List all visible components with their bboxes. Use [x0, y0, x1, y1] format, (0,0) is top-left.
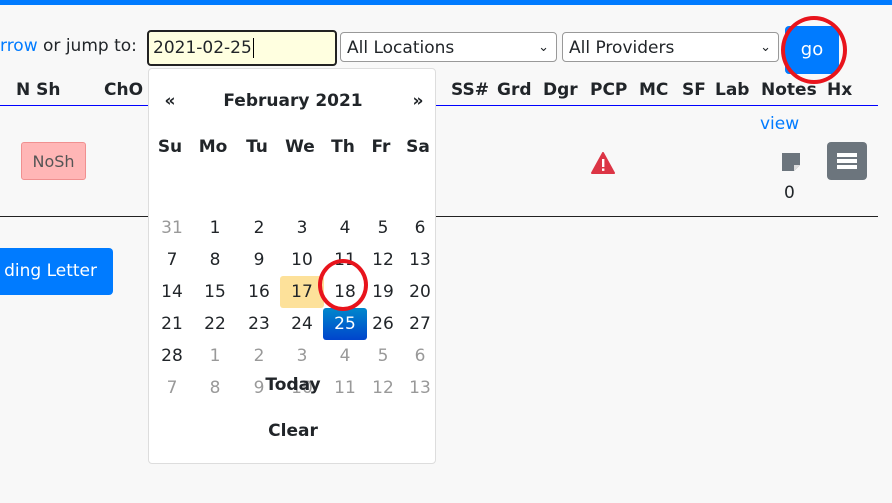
calendar-day[interactable]: 1	[193, 340, 237, 372]
calendar-day[interactable]: 8	[193, 244, 237, 276]
column-header[interactable]: Lab	[715, 80, 749, 100]
header-divider	[0, 105, 878, 106]
column-header[interactable]: SS#	[451, 80, 489, 100]
calendar-day[interactable]: 6	[398, 340, 442, 372]
calendar-day[interactable]: 24	[280, 308, 324, 340]
letter-button[interactable]: ding Letter	[0, 248, 113, 295]
calendar-day[interactable]: 14	[150, 276, 194, 308]
calendar-day[interactable]: 6	[398, 212, 442, 244]
view-notes-link[interactable]: view	[760, 114, 799, 134]
calendar-day[interactable]: 13	[398, 244, 442, 276]
calendar-day[interactable]: 3	[280, 340, 324, 372]
column-header[interactable]: PCP	[590, 80, 627, 100]
calendar-day[interactable]: 27	[398, 308, 442, 340]
calendar-day[interactable]: 16	[237, 276, 281, 308]
prev-month-button[interactable]: «	[150, 91, 190, 111]
clear-button[interactable]: Clear	[233, 421, 353, 441]
calendar-day[interactable]: 31	[150, 212, 194, 244]
calendar-day[interactable]: 28	[150, 340, 194, 372]
calendar-day[interactable]: 9	[237, 244, 281, 276]
calendar-day[interactable]: 20	[398, 276, 442, 308]
weekday-header: Tu	[246, 137, 268, 157]
chevron-down-icon: ⌄	[760, 40, 771, 55]
column-header[interactable]: ChO	[104, 80, 143, 100]
calendar-day[interactable]: 2	[237, 212, 281, 244]
annotation-circle	[318, 259, 368, 311]
history-button[interactable]	[827, 142, 867, 180]
calendar-day[interactable]: 10	[280, 244, 324, 276]
weekday-header: Th	[331, 137, 355, 157]
chevron-down-icon: ⌄	[538, 40, 549, 55]
column-header[interactable]: N Sh	[16, 80, 61, 100]
jump-text: or jump to:	[37, 36, 137, 56]
jump-label: rrow or jump to:	[0, 36, 137, 56]
calendar-day[interactable]: 3	[280, 212, 324, 244]
sticky-note-icon[interactable]	[782, 153, 800, 171]
location-value: All Locations	[347, 38, 455, 58]
today-button[interactable]: Today	[233, 375, 353, 395]
calendar-day[interactable]: 23	[237, 308, 281, 340]
weekday-header: Sa	[406, 137, 430, 157]
calendar-day[interactable]: 7	[150, 244, 194, 276]
calendar-day[interactable]: 15	[193, 276, 237, 308]
column-header[interactable]: Dgr	[543, 80, 578, 100]
top-bar	[0, 0, 892, 5]
date-input[interactable]: 2021-02-25	[147, 30, 337, 66]
calendar-day[interactable]: 2	[237, 340, 281, 372]
weekday-header: Fr	[371, 137, 391, 157]
calendar-day[interactable]: 21	[150, 308, 194, 340]
weekday-header: Mo	[198, 137, 228, 157]
column-header[interactable]: Notes	[761, 80, 817, 100]
date-value: 2021-02-25	[153, 38, 252, 58]
calendar-day[interactable]: 13	[398, 372, 442, 404]
calendar-day[interactable]: 22	[193, 308, 237, 340]
calendar-day[interactable]: 8	[193, 372, 237, 404]
calendar-day[interactable]: 1	[193, 212, 237, 244]
column-header[interactable]: MC	[639, 80, 668, 100]
weekday-header: Su	[157, 137, 183, 157]
notes-count: 0	[784, 183, 795, 203]
next-month-button[interactable]: »	[398, 91, 438, 111]
provider-select[interactable]: All Providers ⌄	[562, 32, 779, 62]
weekday-header: We	[285, 137, 315, 157]
calendar-day[interactable]: 7	[150, 372, 194, 404]
column-header[interactable]: SF	[682, 80, 706, 100]
month-title[interactable]: February 2021	[193, 91, 393, 111]
no-show-button[interactable]: NoSh	[21, 142, 86, 180]
arrow-link[interactable]: rrow	[0, 36, 38, 56]
provider-value: All Providers	[569, 38, 675, 58]
annotation-circle	[781, 16, 847, 84]
column-header[interactable]: Grd	[497, 80, 532, 100]
column-header[interactable]: Hx	[827, 80, 852, 100]
location-select[interactable]: All Locations ⌄	[340, 32, 557, 62]
datepicker-popup: «February 2021» Su Mo Tu We Th Fr Sa 31 1 2 3 4 5 6 7 8 9…	[148, 68, 436, 464]
warning-icon	[591, 152, 615, 174]
server-icon	[837, 153, 857, 169]
